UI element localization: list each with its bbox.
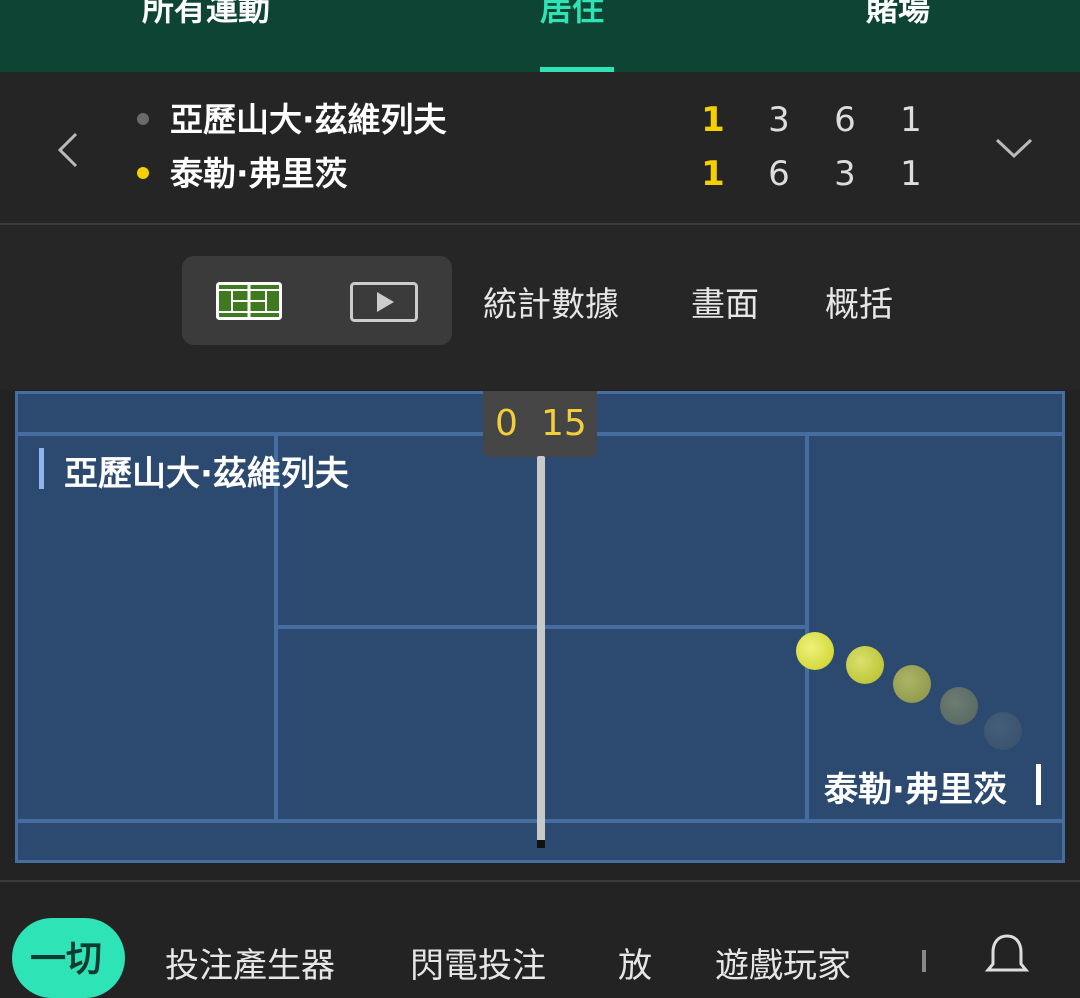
chevron-down-icon[interactable]: [994, 132, 1034, 166]
flash-bet-link[interactable]: 閃電投注: [410, 938, 546, 987]
player-row-2: 泰勒·弗里茨 1 6 3 1: [0, 154, 1080, 194]
point-score-left: 0: [495, 403, 518, 444]
score-set-1: 6: [768, 154, 790, 194]
tennis-ball-icon: [796, 632, 834, 670]
player-row-1: 亞歷山大·茲維列夫 1 3 6 1: [0, 100, 1080, 140]
view-toggle: [182, 256, 452, 345]
score-set-3: 1: [900, 100, 922, 140]
top-navigation: 所有運動 居住 賭場: [0, 0, 1080, 72]
score-sets: 1: [701, 100, 725, 140]
scoreboard: 亞歷山大·茲維列夫 1 3 6 1 泰勒·弗里茨 1 6 3 1: [0, 72, 1080, 225]
fang-link[interactable]: 放: [618, 938, 652, 987]
tab-statistics[interactable]: 統計數據: [483, 277, 619, 326]
score-set-2: 6: [834, 100, 856, 140]
tab-casino[interactable]: 賭場: [866, 0, 930, 30]
bottom-navigation: 一切 投注產生器 閃電投注 放 遊戲玩家: [0, 880, 1080, 998]
player-name: 泰勒·弗里茨: [170, 154, 348, 193]
score-set-3: 1: [900, 154, 922, 194]
score-sets: 1: [701, 154, 725, 194]
point-score: 0 15: [483, 391, 597, 457]
player-name: 亞歷山大·茲維列夫: [170, 100, 447, 139]
tennis-ball-icon: [984, 712, 1022, 750]
player-marker: [39, 448, 44, 489]
court-player-bottom: 泰勒·弗里茨: [824, 770, 1007, 810]
filter-all-button[interactable]: 一切: [12, 918, 125, 998]
score-set-2: 3: [834, 154, 856, 194]
player-marker: [1036, 764, 1041, 805]
bet-builder-link[interactable]: 投注產生器: [165, 938, 335, 987]
court-player-top: 亞歷山大·茲維列夫: [64, 454, 349, 494]
filter-all-label: 一切: [30, 939, 103, 980]
net-post: [537, 840, 545, 848]
point-score-right: 15: [541, 403, 587, 444]
serve-indicator: [137, 113, 149, 125]
video-play-icon[interactable]: [350, 282, 418, 326]
tennis-ball-icon: [940, 687, 978, 725]
serve-indicator: [137, 167, 149, 179]
net: [537, 456, 545, 841]
tennis-ball-icon: [893, 665, 931, 703]
tennis-ball-icon: [846, 646, 884, 684]
tab-summary[interactable]: 概括: [825, 277, 893, 326]
tab-screen[interactable]: 畫面: [691, 277, 759, 326]
tab-live[interactable]: 居住: [540, 0, 604, 30]
score-set-1: 3: [768, 100, 790, 140]
view-switcher: 統計數據 畫面 概括: [0, 225, 1080, 390]
gamer-link[interactable]: 遊戲玩家: [715, 938, 851, 987]
tab-all-sports[interactable]: 所有運動: [142, 0, 270, 30]
court-icon[interactable]: [216, 282, 282, 324]
bell-icon[interactable]: [982, 932, 1032, 986]
